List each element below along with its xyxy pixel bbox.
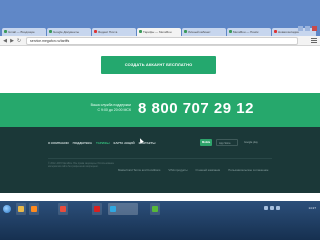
browser-tab[interactable]: МегаФон — Поиск — [227, 28, 271, 36]
taskbar-app[interactable] — [29, 203, 39, 215]
chrome-icon — [60, 206, 66, 212]
footer-copyright: © 2012–2015 МегаФон. Все права защищены.… — [48, 163, 115, 168]
browser-tab[interactable]: Gmail — Входящие — [2, 28, 46, 36]
google-play-badge[interactable]: Google play — [242, 139, 272, 146]
footer-nav-tariffs[interactable]: ТАРИФЫ — [96, 141, 109, 145]
back-arrow-icon[interactable]: ◀ — [2, 38, 8, 44]
browser-tab-active[interactable]: Тарифы — МегаФон — [137, 28, 181, 36]
forward-arrow-icon[interactable]: ▶ — [9, 38, 15, 44]
mobile-app-button[interactable]: Mobile — [200, 139, 212, 146]
support-phone-number[interactable]: 8 800 707 29 12 — [138, 100, 254, 117]
language-icon[interactable] — [276, 206, 280, 210]
footer-nav-about[interactable]: О КОМПАНИИ — [48, 141, 69, 145]
utorrent-icon — [152, 206, 158, 212]
window-controls — [298, 26, 317, 31]
reload-icon[interactable]: ↻ — [16, 38, 22, 44]
minimize-icon[interactable] — [298, 26, 303, 31]
network-icon[interactable] — [264, 206, 268, 210]
support-label: Ваша служба поддержки С 9:00 до 20:00 МС… — [90, 103, 131, 112]
browser-tab[interactable]: Google Документы — [47, 28, 91, 36]
create-account-button[interactable]: СОЗДАТЬ АККАУНТ БЕСПЛАТНО — [101, 56, 216, 74]
footer-link-mastercard[interactable]: MasterCard Terms and Conditions — [118, 168, 160, 172]
menu-icon[interactable] — [311, 38, 317, 44]
taskbar-app[interactable] — [92, 203, 102, 215]
taskbar-clock[interactable]: 14:27 — [308, 206, 316, 210]
maximize-icon[interactable] — [305, 26, 310, 31]
skype-icon — [110, 206, 116, 212]
explorer-icon — [18, 206, 24, 212]
footer-link-visa[interactable]: VISA продукты — [168, 168, 187, 172]
volume-icon[interactable] — [270, 206, 274, 210]
yandex-icon — [94, 206, 100, 212]
footer-links: MasterCard Terms and Conditions VISA про… — [118, 168, 269, 172]
app-store-badge[interactable]: App Store — [216, 139, 238, 146]
taskbar-app[interactable] — [58, 203, 68, 215]
taskbar-app-active[interactable] — [108, 203, 138, 215]
taskbar-app[interactable] — [150, 203, 160, 215]
footer-link-company[interactable]: О нашей компании — [196, 168, 221, 172]
browser-tabstrip: Gmail — Входящие Google Документы Яндекс… — [0, 0, 320, 36]
close-icon[interactable] — [312, 26, 317, 31]
browser-tab[interactable]: Личный кабинет — [182, 28, 226, 36]
taskbar-app[interactable] — [16, 203, 26, 215]
os-taskbar: 14:27 — [0, 201, 320, 240]
footer-nav-promo-map[interactable]: КАРТА АКЦИЙ — [114, 141, 135, 145]
browser-toolbar: ◀ ▶ ↻ service.megafon.ru/tariffs — [0, 36, 320, 46]
footer-divider — [48, 158, 272, 159]
site-footer — [0, 127, 320, 193]
start-button-icon[interactable] — [3, 205, 11, 213]
browser-tab[interactable]: Яндекс Почта — [92, 28, 136, 36]
footer-link-agreement[interactable]: Пользовательское соглашение — [228, 168, 268, 172]
address-bar[interactable]: service.megafon.ru/tariffs — [26, 37, 298, 45]
page-bottom-area — [0, 193, 320, 201]
footer-nav-support[interactable]: ПОДДЕРЖКА — [73, 141, 92, 145]
tab-list: Gmail — Входящие Google Документы Яндекс… — [2, 28, 316, 36]
media-player-icon — [31, 206, 37, 212]
